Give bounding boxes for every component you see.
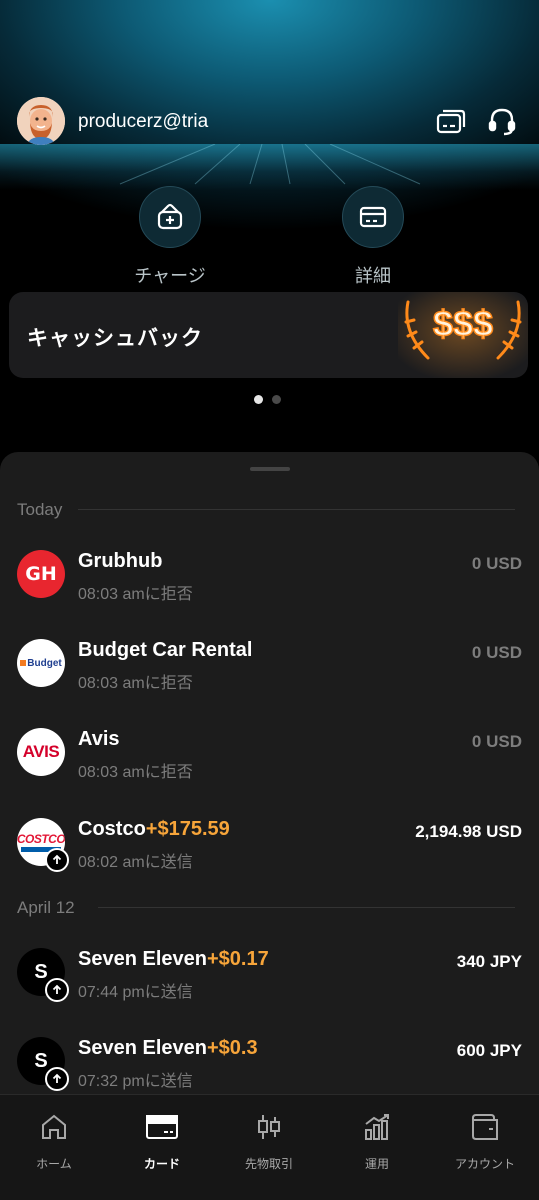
sent-arrow-icon bbox=[45, 978, 69, 1002]
headset-icon[interactable] bbox=[485, 105, 519, 139]
bar-chart-icon bbox=[323, 1111, 431, 1143]
details-label: 詳細 bbox=[355, 266, 391, 286]
grubhub-logo: GH bbox=[17, 550, 65, 598]
cashback-banner-title: キャッシュバック bbox=[27, 327, 203, 350]
nav-account[interactable]: アカウント bbox=[431, 1111, 539, 1172]
transaction-status: 07:44 pmに送信 bbox=[78, 984, 193, 1001]
bottom-nav: ホーム カード 先物取引 運用 アカウント bbox=[0, 1094, 539, 1200]
home-icon bbox=[0, 1111, 108, 1143]
transaction-status: 07:32 pmに送信 bbox=[78, 1073, 193, 1090]
transaction-row[interactable]: Budget Budget Car Rental 08:03 amに拒否 0 U… bbox=[0, 639, 539, 709]
transaction-status: 08:03 amに拒否 bbox=[78, 586, 193, 603]
cards-icon[interactable] bbox=[434, 105, 468, 139]
merchant-name: Seven Eleven+$0.17 bbox=[78, 948, 269, 970]
nav-home[interactable]: ホーム bbox=[0, 1111, 108, 1172]
cashback-banner[interactable]: キャッシュバック $$$ bbox=[9, 292, 528, 378]
merchant-name: Costco+$175.59 bbox=[78, 818, 230, 840]
transaction-row[interactable]: AVIS Avis 08:03 amに拒否 0 USD bbox=[0, 728, 539, 798]
transaction-amount: 340 JPY bbox=[456, 952, 522, 971]
transaction-row[interactable]: COSTCO Costco+$175.59 08:02 amに送信 2,194.… bbox=[0, 818, 539, 888]
transaction-amount: 600 JPY bbox=[456, 1041, 522, 1060]
pager-dot-active[interactable] bbox=[254, 395, 263, 404]
top-bar: producerz@tria bbox=[0, 96, 539, 148]
transactions-sheet[interactable]: Today GH Grubhub 08:03 amに拒否 0 USD Budge… bbox=[0, 452, 539, 1100]
cashback-amount: +$0.3 bbox=[206, 1037, 258, 1059]
transaction-status: 08:02 amに送信 bbox=[78, 854, 193, 871]
charge-button[interactable]: チャージ bbox=[115, 186, 225, 288]
card-details-icon bbox=[342, 186, 404, 248]
merchant-name: Avis bbox=[78, 728, 120, 750]
candlestick-icon bbox=[215, 1111, 323, 1143]
transaction-row[interactable]: S Seven Eleven+$0.17 07:44 pmに送信 340 JPY bbox=[0, 948, 539, 1018]
pager-dot[interactable] bbox=[272, 395, 281, 404]
sent-arrow-icon bbox=[45, 1067, 69, 1091]
wallet-plus-icon bbox=[139, 186, 201, 248]
card-icon bbox=[108, 1111, 216, 1143]
nav-label: ホーム bbox=[36, 1157, 72, 1171]
section-heading-today: Today bbox=[17, 500, 63, 519]
section-divider bbox=[78, 509, 515, 510]
charge-label: チャージ bbox=[134, 266, 206, 286]
hero-rays-decoration bbox=[119, 144, 421, 185]
budget-logo: Budget bbox=[17, 639, 65, 687]
sent-arrow-icon bbox=[45, 848, 69, 872]
dollar-laurel-icon: $$$ bbox=[398, 292, 528, 378]
transaction-status: 08:03 amに拒否 bbox=[78, 764, 193, 781]
wallet-icon bbox=[431, 1111, 539, 1143]
nav-label: 運用 bbox=[364, 1157, 389, 1171]
cashback-amount: +$175.59 bbox=[145, 818, 230, 840]
transaction-status: 08:03 amに拒否 bbox=[78, 675, 193, 692]
merchant-name: Budget Car Rental bbox=[78, 639, 253, 661]
transaction-amount: 0 USD bbox=[471, 643, 522, 662]
cashback-amount: +$0.17 bbox=[206, 948, 269, 970]
banner-deco-text: $$$ bbox=[433, 303, 493, 344]
avatar[interactable] bbox=[17, 97, 65, 145]
details-button[interactable]: 詳細 bbox=[318, 186, 428, 288]
avis-logo: AVIS bbox=[17, 728, 65, 776]
nav-card[interactable]: カード bbox=[108, 1111, 216, 1172]
nav-invest[interactable]: 運用 bbox=[323, 1111, 431, 1172]
transaction-amount: 2,194.98 USD bbox=[415, 822, 522, 841]
username: producerz@tria bbox=[78, 111, 209, 132]
nav-label: アカウント bbox=[454, 1157, 515, 1171]
transaction-row[interactable]: S Seven Eleven+$0.3 07:32 pmに送信 600 JPY bbox=[0, 1037, 539, 1100]
nav-label: カード bbox=[143, 1157, 180, 1171]
drag-handle[interactable] bbox=[250, 467, 290, 471]
transaction-amount: 0 USD bbox=[471, 554, 522, 573]
merchant-name: Grubhub bbox=[78, 550, 163, 572]
section-divider bbox=[98, 907, 515, 908]
pager-dots bbox=[254, 391, 290, 404]
quick-actions: チャージ 詳細 bbox=[0, 186, 539, 286]
nav-futures[interactable]: 先物取引 bbox=[215, 1111, 323, 1172]
transaction-row[interactable]: GH Grubhub 08:03 amに拒否 0 USD bbox=[0, 550, 539, 620]
nav-label: 先物取引 bbox=[244, 1157, 293, 1171]
section-heading-date: April 12 bbox=[17, 898, 75, 917]
transaction-amount: 0 USD bbox=[471, 732, 522, 751]
merchant-name: Seven Eleven+$0.3 bbox=[78, 1037, 258, 1059]
